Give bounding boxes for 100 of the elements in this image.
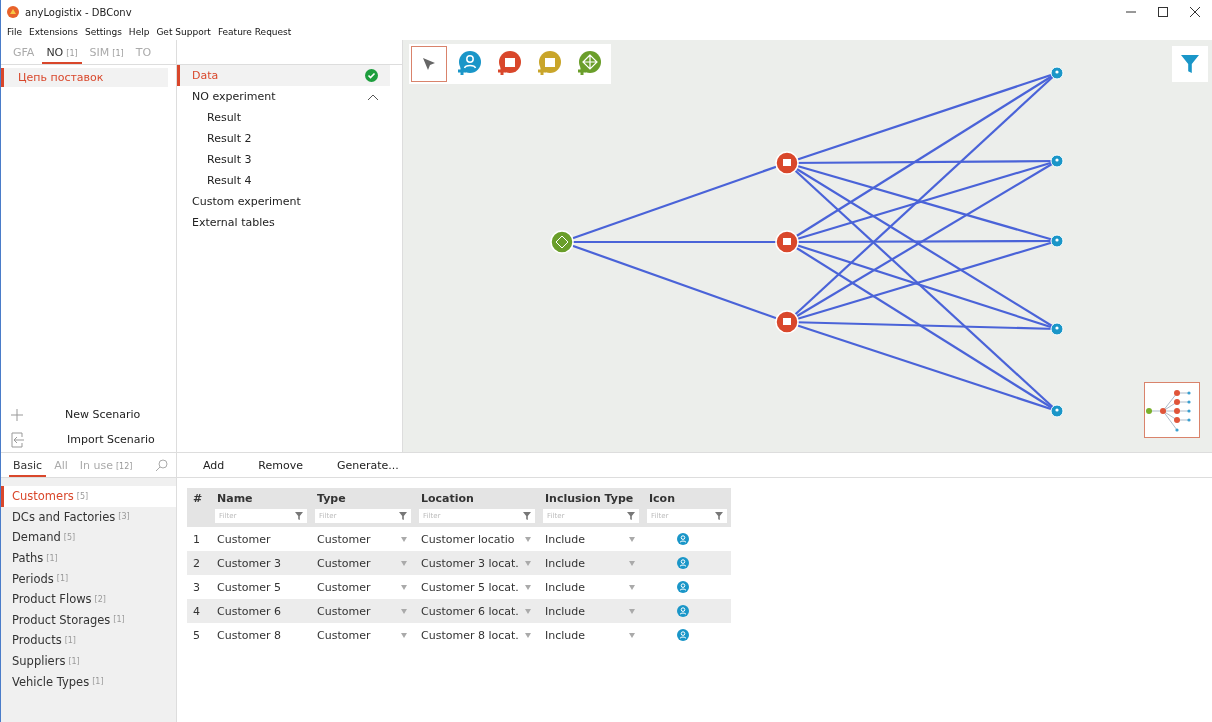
location-dropdown[interactable]: Customer locatio	[415, 532, 539, 546]
network-overview-drawing[interactable]	[1144, 382, 1200, 438]
category-item[interactable]: Product Flows [2]	[1, 588, 176, 610]
person-icon	[677, 605, 689, 617]
toolbar-button[interactable]: Add	[201, 456, 227, 474]
result-item[interactable]: Result	[177, 107, 390, 128]
supplier-marker[interactable]	[550, 230, 574, 254]
caret-icon	[401, 584, 407, 590]
caret-icon	[525, 560, 531, 566]
result-item[interactable]: Result 4	[177, 170, 390, 191]
warehouse-marker[interactable]	[775, 310, 799, 334]
experiment-item[interactable]: External tables	[177, 212, 390, 233]
experiment-item[interactable]: Custom experiment	[177, 191, 390, 212]
inclusion-dropdown[interactable]: Include	[539, 604, 643, 618]
result-item[interactable]: Result 2	[177, 128, 390, 149]
app-logo-icon	[7, 6, 19, 18]
caret-icon	[629, 608, 635, 614]
menu-item[interactable]: Feature Request	[217, 27, 292, 37]
customer-marker[interactable]	[1050, 234, 1064, 248]
import-scenario-button[interactable]: Import Scenario	[65, 431, 157, 448]
table-cell-text: 4	[192, 604, 201, 618]
result-item[interactable]: Result 3	[177, 149, 390, 170]
caret-icon	[525, 584, 531, 590]
scenario-tab[interactable]: NO [1]	[42, 46, 82, 64]
menu-item[interactable]: Help	[128, 27, 150, 37]
scenario-item[interactable]: Цепь поставок	[1, 68, 168, 87]
caret-icon	[401, 536, 407, 542]
table-cell-text: 3	[192, 580, 201, 594]
caret-icon	[629, 560, 635, 566]
table-cell-text: 5	[192, 628, 201, 642]
experiment-item[interactable]: NO experiment	[177, 86, 390, 107]
category-item[interactable]: Vehicle Types [1]	[1, 671, 176, 692]
window-title: anyLogistix - DBConv	[25, 6, 132, 18]
category-item[interactable]: Paths [1]	[1, 547, 176, 569]
caret-icon	[401, 560, 407, 566]
column-header: Type	[316, 491, 347, 507]
warehouse-marker[interactable]	[775, 151, 799, 175]
table-cell-text: Customer	[216, 532, 272, 546]
customer-marker[interactable]	[1050, 66, 1064, 80]
menu-item[interactable]: File	[7, 27, 23, 37]
column-header: Icon	[648, 491, 676, 507]
table-cell-text: Customer 3	[216, 556, 282, 570]
new-scenario-button[interactable]: New Scenario	[63, 406, 143, 423]
menu-item[interactable]: Get Support	[156, 27, 211, 37]
category-item[interactable]: Product Storages [1]	[1, 609, 176, 631]
table-cell-text: Customer 6	[216, 604, 282, 618]
map-tool-button[interactable]	[411, 46, 447, 82]
category-item[interactable]: Demand [5]	[1, 527, 176, 548]
menu-item[interactable]: Settings	[84, 27, 122, 37]
customer-marker[interactable]	[1050, 322, 1064, 336]
filter-button[interactable]	[1172, 46, 1208, 82]
chevron-icon[interactable]	[368, 93, 378, 100]
menu-item[interactable]: Extensions	[29, 27, 78, 37]
category-item[interactable]: Suppliers [1]	[1, 650, 176, 672]
table-cell-text: 2	[192, 556, 201, 570]
customer-marker[interactable]	[1050, 404, 1064, 418]
caret-icon	[629, 584, 635, 590]
caret-icon	[629, 536, 635, 542]
type-dropdown[interactable]: Customer	[311, 532, 415, 546]
inclusion-dropdown[interactable]: Include	[539, 556, 643, 570]
location-dropdown[interactable]: Customer 8 locat.	[415, 628, 539, 642]
warehouse-marker[interactable]	[775, 230, 799, 254]
search-icon[interactable]	[156, 459, 168, 471]
column-header: Location	[420, 491, 475, 507]
table-cell-text: Customer 8	[216, 628, 282, 642]
inclusion-dropdown[interactable]: Include	[539, 628, 643, 642]
caret-icon	[525, 632, 531, 638]
caret-icon	[401, 632, 407, 638]
person-icon	[677, 581, 689, 593]
category-item[interactable]: Products [1]	[1, 630, 176, 651]
filter-icon	[715, 512, 723, 520]
category-item[interactable]: DCs and Factories [3]	[1, 506, 176, 528]
person-icon	[677, 629, 689, 641]
person-icon	[677, 557, 689, 569]
category-item[interactable]: Periods [1]	[1, 568, 176, 589]
customer-marker[interactable]	[1050, 154, 1064, 168]
add-building-icon	[496, 51, 522, 77]
type-dropdown[interactable]: Customer	[311, 556, 415, 570]
close-icon[interactable]	[1190, 7, 1200, 17]
location-dropdown[interactable]: Customer 3 locat.	[415, 556, 539, 570]
caret-icon	[629, 632, 635, 638]
inclusion-dropdown[interactable]: Include	[539, 580, 643, 594]
inclusion-dropdown[interactable]: Include	[539, 532, 643, 546]
column-header: Inclusion Type	[544, 491, 635, 507]
filter-icon	[295, 512, 303, 520]
maximize-icon[interactable]	[1158, 7, 1168, 17]
type-dropdown[interactable]: Customer	[311, 628, 415, 642]
toolbar-button[interactable]: Remove	[256, 456, 305, 474]
person-icon	[677, 533, 689, 545]
category-item[interactable]: Customers [5]	[1, 486, 176, 507]
location-dropdown[interactable]: Customer 6 locat.	[415, 604, 539, 618]
filter-icon	[627, 512, 635, 520]
type-dropdown[interactable]: Customer	[311, 604, 415, 618]
experiment-item[interactable]: Data	[177, 65, 390, 86]
add-network-icon	[576, 51, 602, 77]
type-dropdown[interactable]: Customer	[311, 580, 415, 594]
add-person-icon	[456, 51, 482, 77]
location-dropdown[interactable]: Customer 5 locat.	[415, 580, 539, 594]
toolbar-button[interactable]: Generate...	[334, 456, 401, 474]
column-header: #	[192, 491, 204, 507]
